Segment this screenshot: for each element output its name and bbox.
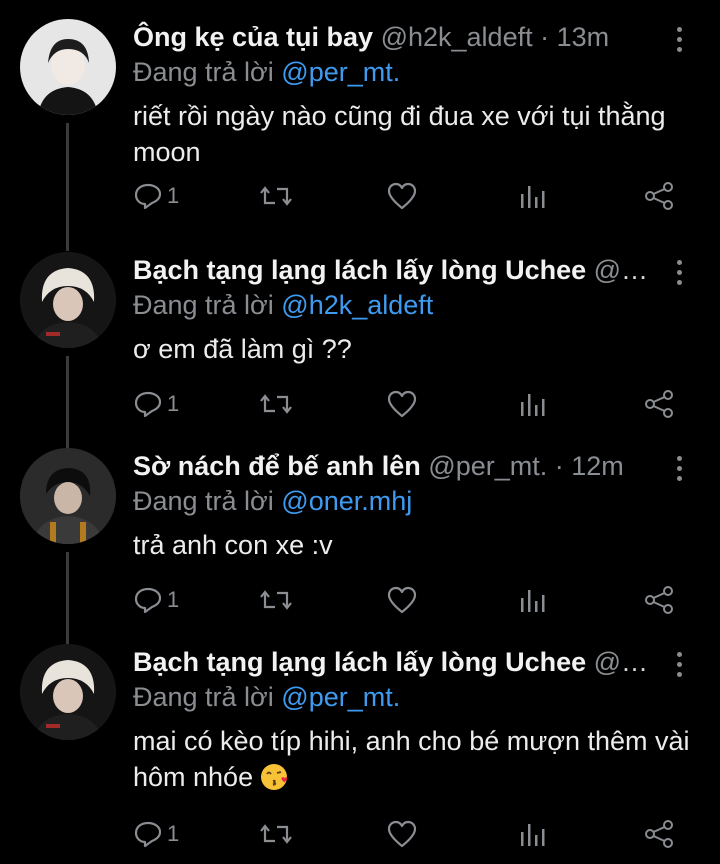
replying-to-label: Đang trả lời (133, 290, 274, 320)
analytics-icon (521, 824, 545, 846)
replying-to: Đang trả lời @oner.mhj (133, 484, 412, 518)
reply-count: 1 (167, 587, 180, 612)
retweet-button[interactable] (258, 384, 294, 424)
analytics-icon (521, 394, 545, 416)
tweet-1[interactable]: Ông kẹ của tụi bay @h2k_aldeft · 13m Đan… (0, 0, 720, 251)
retweet-button[interactable] (258, 580, 294, 620)
reply-icon (134, 183, 162, 210)
more-icon[interactable] (664, 255, 694, 289)
avatar[interactable] (20, 448, 116, 544)
replying-to: Đang trả lời @per_mt. (133, 55, 400, 89)
display-name[interactable]: Bạch tạng lạng lách lấy lòng Uchee (133, 255, 586, 285)
reply-button[interactable]: 1 (133, 580, 179, 620)
retweet-icon (260, 590, 292, 610)
retweet-icon (260, 394, 292, 414)
more-icon[interactable] (664, 451, 694, 485)
mention-link[interactable]: @per_mt. (281, 682, 400, 712)
reply-thread-feed: Ông kẹ của tụi bay @h2k_aldeft · 13m Đan… (0, 0, 720, 864)
replying-to: Đang trả lời @h2k_aldeft (133, 288, 433, 322)
handle-time[interactable]: @o... (594, 647, 653, 677)
kissing-face-emoji (259, 762, 289, 801)
analytics-button[interactable] (518, 814, 546, 854)
retweet-icon (260, 186, 292, 206)
like-button[interactable] (386, 814, 418, 854)
analytics-button[interactable] (518, 384, 546, 424)
share-icon (645, 586, 673, 614)
reply-button[interactable]: 1 (133, 176, 179, 216)
analytics-button[interactable] (518, 580, 546, 620)
share-button[interactable] (644, 176, 674, 216)
tweet-text: ơ em đã làm gì ?? (133, 334, 352, 364)
avatar[interactable] (20, 252, 116, 348)
share-icon (645, 820, 673, 848)
analytics-button[interactable] (518, 176, 546, 216)
retweet-button[interactable] (258, 814, 294, 854)
handle-time[interactable]: @o... (594, 255, 653, 285)
tweet-header: Sờ nách để bế anh lên @per_mt. · 12m (133, 449, 653, 483)
display-name[interactable]: Bạch tạng lạng lách lấy lòng Uchee (133, 647, 586, 677)
replying-to-label: Đang trả lời (133, 57, 274, 87)
reply-button[interactable]: 1 (133, 384, 179, 424)
avatar[interactable] (20, 644, 116, 740)
reply-count: 1 (167, 183, 180, 208)
more-icon[interactable] (664, 22, 694, 56)
replying-to-label: Đang trả lời (133, 682, 274, 712)
retweet-button[interactable] (258, 176, 294, 216)
tweet-4[interactable]: Bạch tạng lạng lách lấy lòng Uchee @o...… (0, 625, 720, 864)
tweet-actions: 1 (0, 814, 720, 854)
replying-to-label: Đang trả lời (133, 486, 274, 516)
tweet-text: riết rồi ngày nào cũng đi đua xe với tụi… (133, 101, 666, 167)
tweet-actions: 1 (0, 580, 720, 620)
tweet-text: mai có kèo típ hihi, anh cho bé mượn thê… (133, 726, 690, 792)
avatar[interactable] (20, 19, 116, 115)
reply-button[interactable]: 1 (133, 814, 179, 854)
analytics-icon (521, 590, 545, 612)
mention-link[interactable]: @per_mt. (281, 57, 400, 87)
tweet-3[interactable]: Sờ nách để bế anh lên @per_mt. · 12m Đan… (0, 429, 720, 680)
display-name[interactable]: Ông kẹ của tụi bay (133, 22, 373, 52)
reply-count: 1 (167, 391, 180, 416)
heart-icon (387, 390, 417, 418)
replying-to: Đang trả lời @per_mt. (133, 680, 400, 714)
reply-icon (134, 391, 162, 418)
like-button[interactable] (386, 580, 418, 620)
tweet-header: Bạch tạng lạng lách lấy lòng Uchee @o... (133, 645, 653, 679)
tweet-text-container: mai có kèo típ hihi, anh cho bé mượn thê… (133, 723, 693, 801)
share-icon (645, 390, 673, 418)
handle-time[interactable]: @h2k_aldeft · 13m (381, 22, 610, 52)
share-button[interactable] (644, 580, 674, 620)
share-button[interactable] (644, 814, 674, 854)
like-button[interactable] (386, 176, 418, 216)
tweet-actions: 1 (0, 176, 720, 216)
tweet-header: Bạch tạng lạng lách lấy lòng Uchee @o... (133, 253, 653, 287)
heart-icon (387, 820, 417, 848)
like-button[interactable] (386, 384, 418, 424)
reply-count: 1 (167, 821, 180, 846)
tweet-header: Ông kẹ của tụi bay @h2k_aldeft · 13m (133, 20, 653, 54)
heart-icon (387, 586, 417, 614)
mention-link[interactable]: @oner.mhj (281, 486, 412, 516)
share-button[interactable] (644, 384, 674, 424)
heart-icon (387, 182, 417, 210)
tweet-actions: 1 (0, 384, 720, 424)
retweet-icon (260, 824, 292, 844)
mention-link[interactable]: @h2k_aldeft (281, 290, 433, 320)
tweet-2[interactable]: Bạch tạng lạng lách lấy lòng Uchee @o...… (0, 233, 720, 484)
reply-icon (134, 587, 162, 614)
handle-time[interactable]: @per_mt. · 12m (428, 451, 623, 481)
display-name[interactable]: Sờ nách để bế anh lên (133, 451, 421, 481)
analytics-icon (521, 186, 545, 208)
more-icon[interactable] (664, 647, 694, 681)
tweet-text: trả anh con xe :v (133, 530, 333, 560)
reply-icon (134, 821, 162, 848)
share-icon (645, 182, 673, 210)
